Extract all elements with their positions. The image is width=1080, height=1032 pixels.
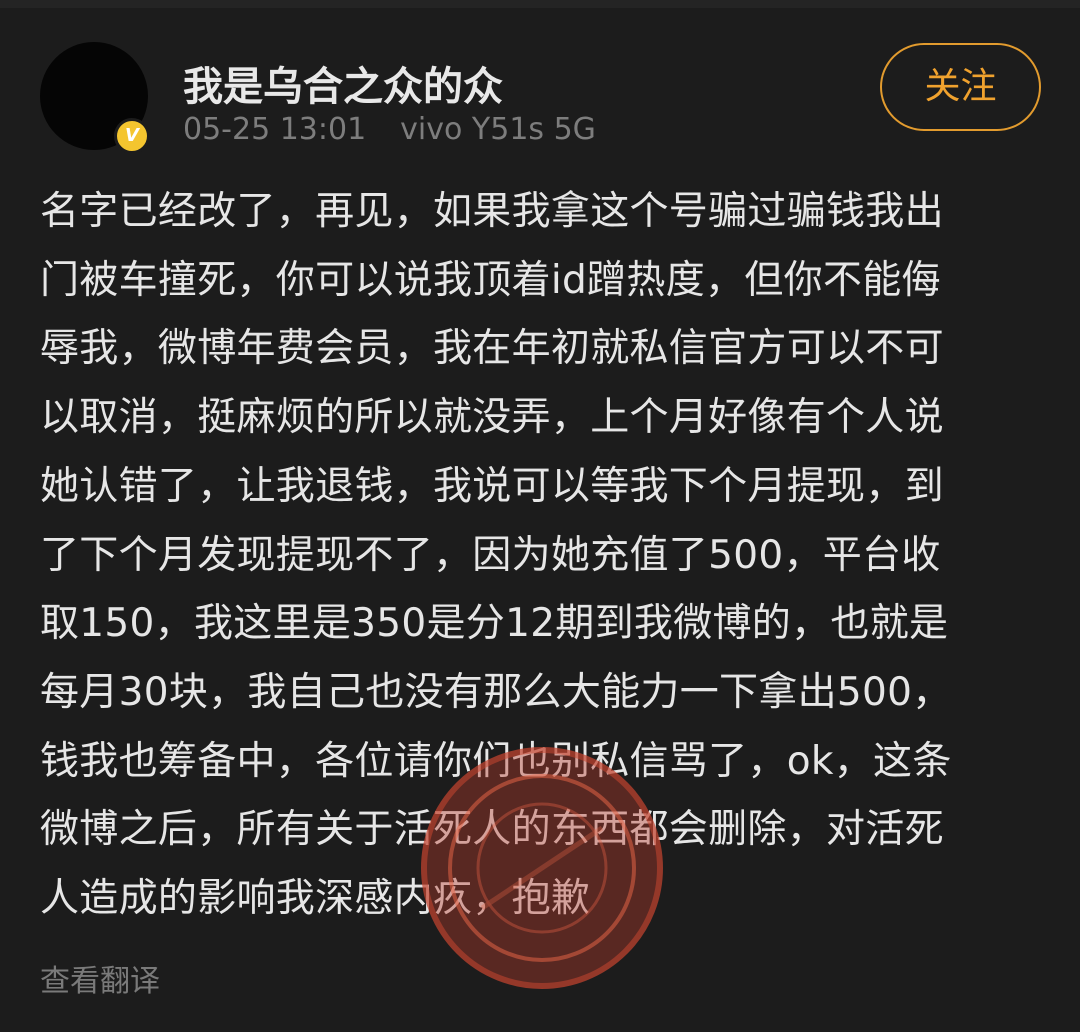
post-line: 钱我也筹备中，各位请你们也别私信骂了，ok，这条 <box>40 738 952 784</box>
post-line: 她认错了，让我退钱，我说可以等我下个月提现，到 <box>40 463 944 509</box>
username[interactable]: 我是乌合之众的众 <box>183 54 503 112</box>
post-line: 门被车撞死，你可以说我顶着id蹭热度，但你不能侮 <box>40 257 941 303</box>
translate-link[interactable]: 查看翻译 <box>40 956 160 1000</box>
top-strip <box>0 0 1080 8</box>
post-line: 辱我，微博年费会员，我在年初就私信官方可以不可 <box>40 326 944 372</box>
post-line: 微博之后，所有关于活死人的东西都会删除，对活死 <box>40 807 944 853</box>
post-line: 人造成的影响我深感内疚，抱歉 <box>40 876 591 922</box>
verified-v-icon: V <box>114 118 150 154</box>
follow-button[interactable]: 关注 <box>880 43 1041 131</box>
post-line: 每月30块，我自己也没有那么大能力一下拿出500， <box>40 669 952 715</box>
post-device: vivo Y51s 5G <box>400 112 596 147</box>
post-line: 了下个月发现提现不了，因为她充值了500，平台收 <box>40 532 941 578</box>
post-line: 取150，我这里是350是分12期到我微博的，也就是 <box>40 601 949 647</box>
post-time: 05-25 13:01 <box>183 112 367 147</box>
post-line: 名字已经改了，再见，如果我拿这个号骗过骗钱我出 <box>40 189 944 234</box>
post-body: 名字已经改了，再见，如果我拿这个号骗过骗钱我出 门被车撞死，你可以说我顶着id蹭… <box>40 178 1040 934</box>
post-meta: 05-25 13:01 vivo Y51s 5G <box>183 112 596 147</box>
post-line: 以取消，挺麻烦的所以就没弄，上个月好像有个人说 <box>40 395 944 441</box>
